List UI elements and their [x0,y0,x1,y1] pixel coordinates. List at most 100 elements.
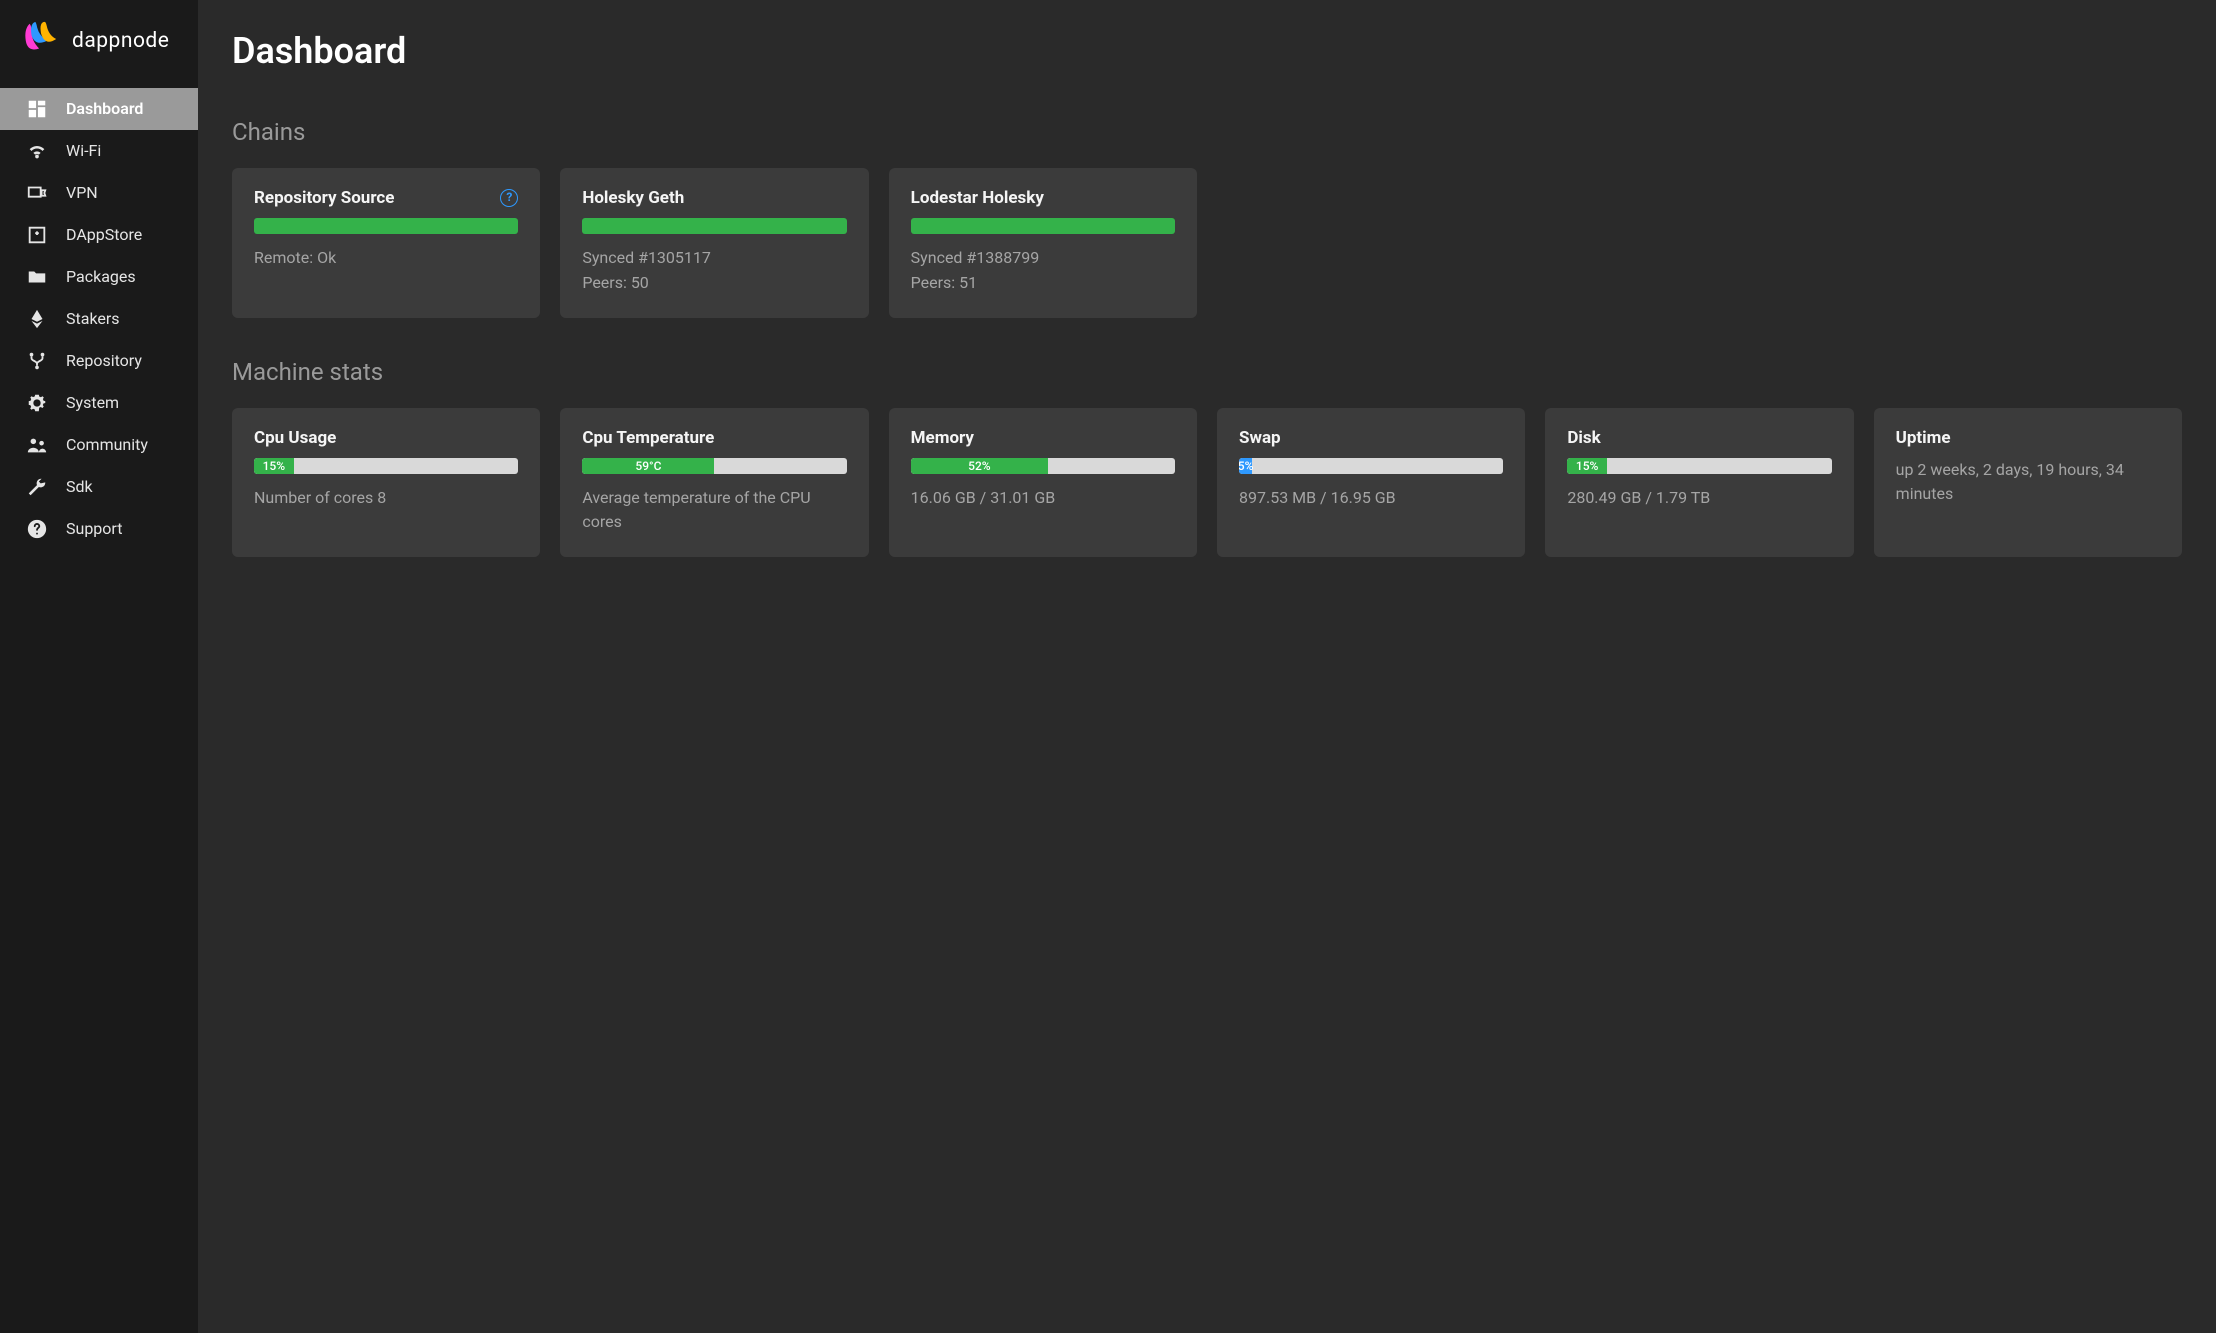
progress-fill: 15% [1567,458,1607,474]
sidebar-item-label: Community [66,435,148,455]
page-title: Dashboard [232,30,2182,72]
sidebar-item-label: DAppStore [66,225,142,245]
card-title: Memory [911,428,974,448]
card-subtext: Synced #1388799 [911,246,1175,271]
card-subtext: 897.53 MB / 16.95 GB [1239,486,1503,511]
sidebar-item-label: VPN [66,183,98,203]
progress-bar [911,218,1175,234]
progress-label: 52% [968,459,990,473]
sidebar-nav: Dashboard Wi-Fi VPN DAppStore Packages Staker… [0,88,198,550]
sidebar-item-label: Repository [66,351,142,371]
stats-cards: Cpu Usage 15% Number of cores 8 Cpu Tempera… [232,408,2182,558]
progress-bar: 5% [1239,458,1503,474]
vpn-icon [26,182,48,204]
sidebar-item-dashboard[interactable]: Dashboard [0,88,198,130]
card-head: Memory [911,428,1175,448]
dappnode-logo-icon [22,20,60,62]
card-title: Swap [1239,428,1281,448]
wifi-icon [26,140,48,162]
chain-card: Repository Source? Remote: Ok [232,168,540,318]
progress-label: 59°C [635,459,661,473]
card-head: Cpu Temperature [582,428,846,448]
progress-bar: 15% [254,458,518,474]
sidebar-item-vpn[interactable]: VPN [0,172,198,214]
progress-label: 15% [1576,459,1598,473]
sidebar-item-dappstore[interactable]: DAppStore [0,214,198,256]
folder-icon [26,266,48,288]
progress-fill: 59°C [582,458,714,474]
progress-label: 15% [263,459,285,473]
sidebar-item-label: Packages [66,267,136,287]
sidebar-item-system[interactable]: System [0,382,198,424]
stat-card: Uptime up 2 weeks, 2 days, 19 hours, 34 m… [1874,408,2182,558]
sidebar-item-label: Stakers [66,309,120,329]
sidebar-item-community[interactable]: Community [0,424,198,466]
sidebar-item-packages[interactable]: Packages [0,256,198,298]
card-subtext: Synced #1305117 [582,246,846,271]
sidebar-item-label: Support [66,519,122,539]
sidebar-item-label: System [66,393,119,413]
card-subtext: 280.49 GB / 1.79 TB [1567,486,1831,511]
card-subtext: Remote: Ok [254,246,518,271]
sidebar-item-label: Wi-Fi [66,141,101,161]
chain-card: Holesky Geth Synced #1305117Peers: 50 [560,168,868,318]
card-head: Disk [1567,428,1831,448]
stat-card: Memory 52% 16.06 GB / 31.01 GB [889,408,1197,558]
info-icon[interactable]: ? [500,189,518,207]
sidebar-item-wi-fi[interactable]: Wi-Fi [0,130,198,172]
ethereum-icon [26,308,48,330]
progress-label: 5% [1239,459,1253,473]
sidebar-item-sdk[interactable]: Sdk [0,466,198,508]
card-title: Cpu Temperature [582,428,714,448]
wrench-icon [26,476,48,498]
main-content: Dashboard Chains Repository Source? Remot… [198,0,2216,1333]
card-title: Disk [1567,428,1600,448]
card-head: Holesky Geth [582,188,846,208]
sidebar-item-support[interactable]: Support [0,508,198,550]
help-icon [26,518,48,540]
progress-fill: 52% [911,458,1048,474]
card-subtext: Average temperature of the CPU cores [582,486,846,536]
card-subtext: Number of cores 8 [254,486,518,511]
progress-bar: 52% [911,458,1175,474]
card-head: Uptime [1896,428,2160,448]
sidebar-item-label: Dashboard [66,99,143,119]
progress-bar: 59°C [582,458,846,474]
dashboard-icon [26,98,48,120]
sidebar-item-label: Sdk [66,477,93,497]
brand-logo[interactable]: dappnode [0,0,198,88]
brand-name: dappnode [72,29,169,53]
chain-card: Lodestar Holesky Synced #1388799Peers: 51 [889,168,1197,318]
fork-icon [26,350,48,372]
stat-card: Disk 15% 280.49 GB / 1.79 TB [1545,408,1853,558]
store-icon [26,224,48,246]
card-title: Cpu Usage [254,428,336,448]
progress-bar [582,218,846,234]
people-icon [26,434,48,456]
card-title: Uptime [1896,428,1951,448]
progress-fill: 5% [1239,458,1252,474]
sidebar-item-stakers[interactable]: Stakers [0,298,198,340]
card-head: Cpu Usage [254,428,518,448]
stat-card: Cpu Temperature 59°C Average temperature o… [560,408,868,558]
progress-fill: 15% [254,458,294,474]
card-head: Lodestar Holesky [911,188,1175,208]
card-subtext: up 2 weeks, 2 days, 19 hours, 34 minutes [1896,458,2160,508]
progress-bar: 15% [1567,458,1831,474]
card-subtext: 16.06 GB / 31.01 GB [911,486,1175,511]
stat-card: Swap 5% 897.53 MB / 16.95 GB [1217,408,1525,558]
card-title: Lodestar Holesky [911,188,1044,208]
card-title: Holesky Geth [582,188,684,208]
progress-bar [254,218,518,234]
card-subtext: Peers: 50 [582,271,846,296]
section-title-chains: Chains [232,118,2182,146]
card-subtext: Peers: 51 [911,271,1175,296]
card-head: Repository Source? [254,188,518,208]
gear-icon [26,392,48,414]
sidebar: dappnode Dashboard Wi-Fi VPN DAppStore Packa… [0,0,198,1333]
card-head: Swap [1239,428,1503,448]
sidebar-item-repository[interactable]: Repository [0,340,198,382]
chains-cards: Repository Source? Remote: Ok Holesky Geth… [232,168,2182,318]
card-title: Repository Source [254,188,394,208]
stat-card: Cpu Usage 15% Number of cores 8 [232,408,540,558]
